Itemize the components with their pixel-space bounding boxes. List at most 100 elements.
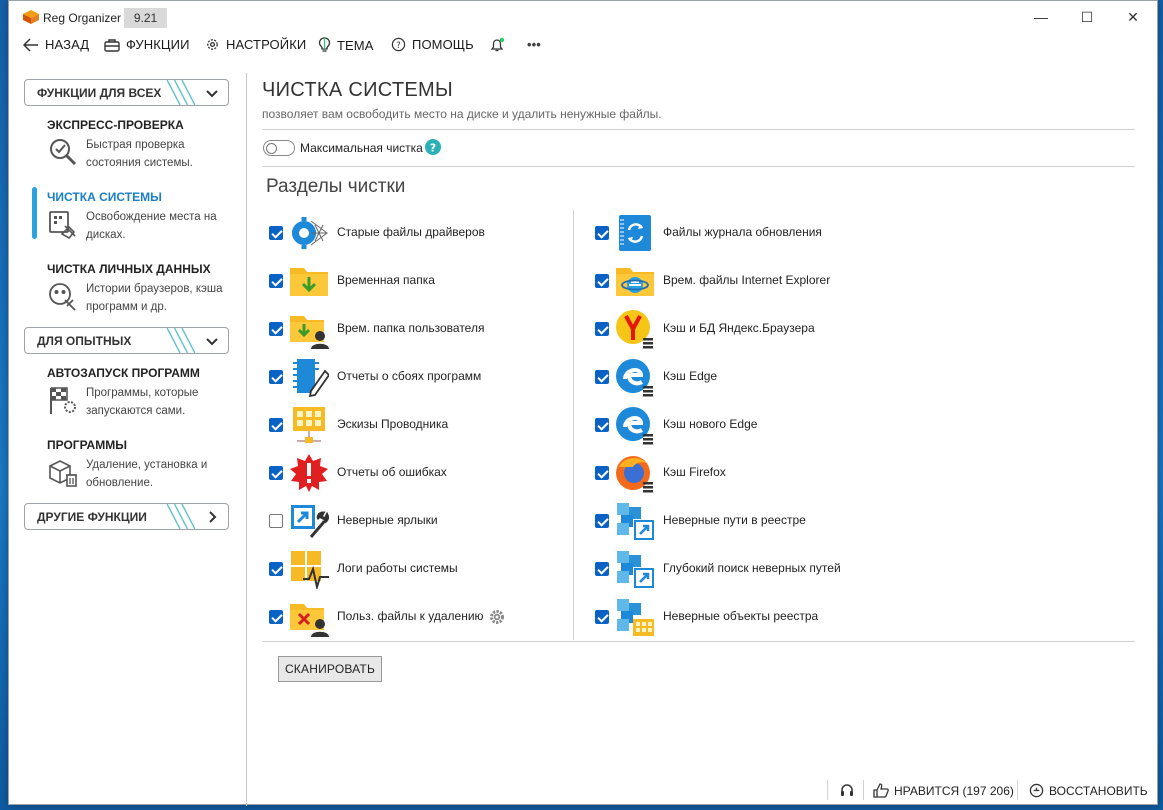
- magnifier-check-icon: [50, 139, 77, 166]
- item-label: Эскизы Проводника: [337, 417, 449, 431]
- checkbox[interactable]: [269, 370, 283, 384]
- checkbox[interactable]: [269, 418, 283, 432]
- bell-icon: [490, 37, 505, 52]
- checkbox[interactable]: [595, 322, 609, 336]
- back-button[interactable]: НАЗАД: [23, 37, 89, 52]
- folder-ie-icon: [616, 268, 654, 296]
- item-label: Врем. файлы Internet Explorer: [663, 273, 831, 287]
- checkbox[interactable]: [595, 562, 609, 576]
- sidebar: ФУНКЦИИ ДЛЯ ВСЕХ ЭКСПРЕСС-ПРОВЕРКА Быстр…: [9, 73, 247, 806]
- toolbar: НАЗАД ФУНКЦИИ НАСТРОЙКИ ТЕМА ? ПОМОЩЬ ••…: [9, 33, 1157, 59]
- maximize-button[interactable]: ☐: [1064, 1, 1110, 33]
- nav-private-data-title: ЧИСТКА ЛИЧНЫХ ДАННЫХ: [47, 262, 211, 276]
- nav-autorun[interactable]: АВТОЗАПУСК ПРОГРАММ Программы, которые з…: [47, 366, 237, 417]
- checkbox[interactable]: [269, 274, 283, 288]
- minimize-button[interactable]: —: [1018, 1, 1064, 33]
- section-header-all[interactable]: ФУНКЦИИ ДЛЯ ВСЕХ: [24, 79, 229, 106]
- restore-button[interactable]: ВОССТАНОВИТЬ: [1029, 783, 1148, 798]
- page-subtitle: позволяет вам освободить место на диске …: [262, 107, 662, 121]
- close-button[interactable]: ✕: [1110, 1, 1156, 33]
- edge-icon: [616, 359, 653, 397]
- item-label: Кэш Firefox: [663, 465, 726, 479]
- thumbnails-icon: [293, 407, 325, 443]
- max-clean-label: Максимальная чистка: [300, 141, 423, 155]
- item-label: Врем. папка пользователя: [337, 321, 485, 335]
- title-bar[interactable]: Reg Organizer 9.21 — ☐ ✕: [9, 1, 1157, 33]
- nav-system-cleanup-desc: Освобождение места на дисках.: [86, 211, 217, 241]
- functions-button[interactable]: ФУНКЦИИ: [104, 37, 190, 52]
- nav-system-cleanup-title: ЧИСТКА СИСТЕМЫ: [47, 190, 162, 204]
- stripes-decoration: [166, 328, 196, 353]
- functions-label: ФУНКЦИИ: [126, 37, 190, 52]
- windows-pulse-icon: [291, 551, 329, 589]
- section-all-label: ФУНКЦИИ ДЛЯ ВСЕХ: [37, 85, 162, 100]
- checkbox[interactable]: [269, 322, 283, 336]
- page-title: ЧИСТКА СИСТЕМЫ: [262, 79, 453, 101]
- headset-icon[interactable]: [839, 782, 855, 798]
- item-label: Неверные ярлыки: [337, 513, 438, 527]
- nav-private-data-desc: Истории браузеров, кэша программ и др.: [86, 283, 223, 313]
- list-item[interactable]: Польз. файлы к удалению: [269, 597, 529, 637]
- item-label: Старые файлы драйверов: [337, 225, 485, 239]
- settings-button[interactable]: НАСТРОЙКИ: [205, 37, 306, 52]
- nav-programs-title: ПРОГРАММЫ: [47, 438, 127, 452]
- checkbox[interactable]: [269, 562, 283, 576]
- restore-label: ВОССТАНОВИТЬ: [1049, 783, 1148, 798]
- registry-path-icon: [617, 503, 654, 540]
- question-circle-icon: ?: [391, 37, 406, 52]
- item-label: Кэш нового Edge: [663, 417, 758, 431]
- scan-button[interactable]: СКАНИРОВАТЬ: [278, 656, 382, 682]
- chevron-right-icon: [209, 511, 217, 523]
- checkbox[interactable]: [269, 226, 283, 240]
- checkbox[interactable]: [595, 514, 609, 528]
- new-edge-icon: [616, 407, 653, 445]
- restore-icon: [1029, 783, 1044, 798]
- divider: [863, 780, 864, 800]
- checkbox[interactable]: [269, 466, 283, 480]
- nav-system-cleanup[interactable]: ЧИСТКА СИСТЕМЫ Освобождение места на дис…: [47, 190, 237, 241]
- notifications-button[interactable]: [489, 37, 511, 53]
- box-trash-icon: [49, 460, 77, 487]
- chevron-down-icon: [206, 338, 218, 346]
- main-content: ЧИСТКА СИСТЕМЫ позволяет вам освободить …: [248, 73, 1159, 778]
- theme-button[interactable]: ТЕМА: [318, 37, 374, 53]
- section-header-expert[interactable]: ДЛЯ ОПЫТНЫХ: [24, 327, 229, 354]
- checkbox[interactable]: [595, 418, 609, 432]
- item-label: Кэш Edge: [663, 369, 718, 383]
- max-clean-toggle[interactable]: [263, 140, 295, 156]
- app-window: Reg Organizer 9.21 — ☐ ✕ НАЗАД ФУНКЦИИ Н…: [8, 0, 1159, 806]
- checkbox[interactable]: [269, 514, 283, 528]
- registry-deep-search-icon: [617, 551, 654, 588]
- like-button[interactable]: НРАВИТСЯ (197 206): [873, 783, 1014, 798]
- help-button[interactable]: ? ПОМОЩЬ: [391, 37, 474, 52]
- checkbox[interactable]: [595, 466, 609, 480]
- like-label: НРАВИТСЯ (197 206): [894, 783, 1014, 798]
- folder-download-icon: [290, 268, 328, 296]
- item-label: Неверные пути в реестре: [663, 513, 806, 527]
- svg-text:?: ?: [396, 40, 401, 50]
- item-label: Логи работы системы: [337, 561, 458, 575]
- checkbox[interactable]: [595, 274, 609, 288]
- gear-icon[interactable]: [489, 609, 505, 625]
- checkbox[interactable]: [595, 226, 609, 240]
- checkbox[interactable]: [269, 610, 283, 624]
- checkbox[interactable]: [595, 370, 609, 384]
- update-log-icon: [619, 215, 651, 251]
- checkbox[interactable]: [595, 610, 609, 624]
- settings-label: НАСТРОЙКИ: [226, 37, 307, 52]
- nav-express-check[interactable]: ЭКСПРЕСС-ПРОВЕРКА Быстрая проверка состо…: [47, 118, 237, 169]
- disk-broom-icon: [49, 211, 76, 240]
- section-expert-label: ДЛЯ ОПЫТНЫХ: [37, 333, 132, 348]
- chevron-down-icon: [206, 90, 218, 98]
- more-button[interactable]: •••: [527, 37, 541, 52]
- section-header-other[interactable]: ДРУГИЕ ФУНКЦИИ: [24, 503, 229, 530]
- stripes-decoration: [166, 80, 196, 105]
- nav-programs[interactable]: ПРОГРАММЫ Удаление, установка и обновлен…: [47, 438, 237, 489]
- section-other-label: ДРУГИЕ ФУНКЦИИ: [37, 509, 147, 524]
- registry-objects-icon: [617, 599, 654, 636]
- back-label: НАЗАД: [45, 37, 90, 52]
- nav-private-data[interactable]: ЧИСТКА ЛИЧНЫХ ДАННЫХ Истории браузеров, …: [47, 262, 237, 313]
- help-circle-icon[interactable]: ?: [425, 139, 441, 155]
- nav-autorun-title: АВТОЗАПУСК ПРОГРАММ: [47, 366, 200, 380]
- svg-text:?: ?: [430, 141, 436, 154]
